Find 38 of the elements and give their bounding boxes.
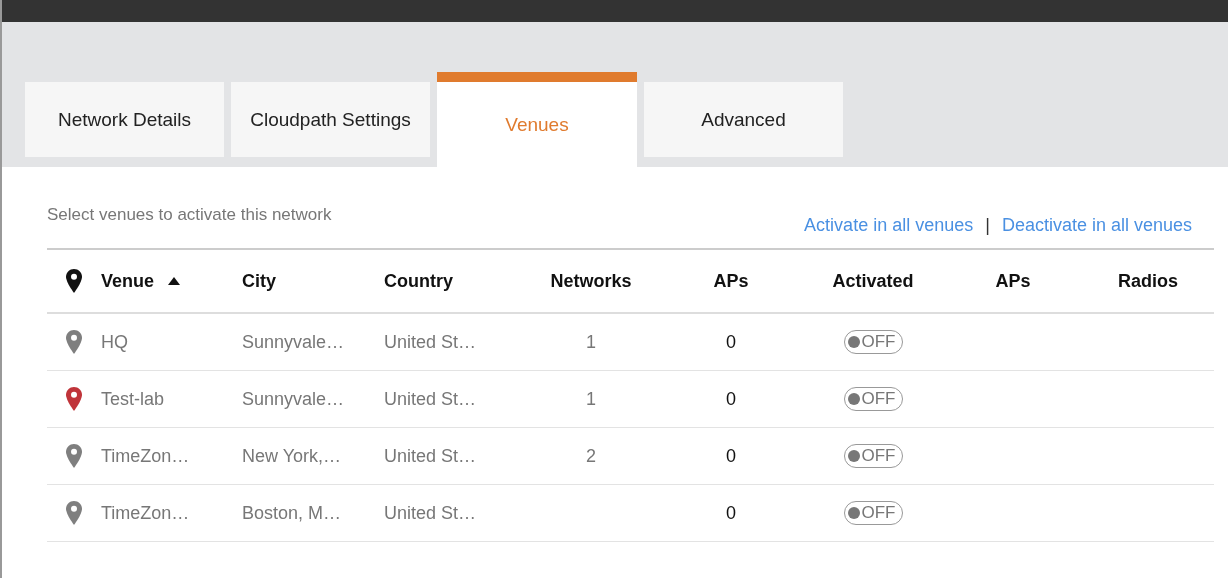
country-cell: United St… bbox=[384, 445, 477, 467]
column-header[interactable]: APs bbox=[995, 270, 1031, 292]
city-cell: Sunnyvale… bbox=[242, 388, 345, 410]
column-header[interactable]: City bbox=[242, 270, 276, 292]
city-cell: Boston, M… bbox=[242, 502, 342, 524]
activation-toggle[interactable]: OFF bbox=[843, 501, 903, 525]
column-header[interactable]: Networks bbox=[550, 270, 632, 292]
tab[interactable]: Cloudpath Settings bbox=[231, 82, 430, 157]
aps-cell: 0 bbox=[726, 331, 736, 353]
city-cell: Sunnyvale… bbox=[242, 331, 345, 353]
activation-toggle[interactable]: OFF bbox=[843, 444, 903, 468]
networks-cell: 1 bbox=[586, 388, 596, 410]
column-header[interactable]: Venue bbox=[101, 270, 181, 292]
aps-cell: 0 bbox=[726, 445, 736, 467]
column-header[interactable]: Country bbox=[384, 270, 453, 292]
aps-cell: 0 bbox=[726, 388, 736, 410]
venue-cell: TimeZon… bbox=[101, 502, 190, 524]
activation-toggle[interactable]: OFF bbox=[843, 387, 903, 411]
column-header[interactable]: Activated bbox=[832, 270, 914, 292]
venue-cell: HQ bbox=[101, 331, 128, 353]
tab[interactable]: Advanced bbox=[644, 82, 843, 157]
country-cell: United St… bbox=[384, 502, 477, 524]
instruction-text: Select venues to activate this network bbox=[47, 205, 332, 225]
country-cell: United St… bbox=[384, 331, 477, 353]
separator-text: | bbox=[985, 215, 990, 236]
city-cell: New York,… bbox=[242, 445, 342, 467]
aps-cell: 0 bbox=[726, 502, 736, 524]
sort-ascending-icon[interactable] bbox=[168, 277, 181, 285]
activation-toggle[interactable]: OFF bbox=[843, 330, 903, 354]
venue-cell: Test-lab bbox=[101, 388, 165, 410]
country-cell: United St… bbox=[384, 388, 477, 410]
column-header[interactable]: Radios bbox=[1118, 270, 1178, 292]
networks-cell: 1 bbox=[586, 331, 596, 353]
venue-cell: TimeZon… bbox=[101, 445, 190, 467]
column-header[interactable]: APs bbox=[713, 270, 749, 292]
tab[interactable]: Network Details bbox=[25, 82, 224, 157]
location-pin-icon bbox=[66, 269, 82, 293]
networks-cell: 2 bbox=[586, 445, 596, 467]
